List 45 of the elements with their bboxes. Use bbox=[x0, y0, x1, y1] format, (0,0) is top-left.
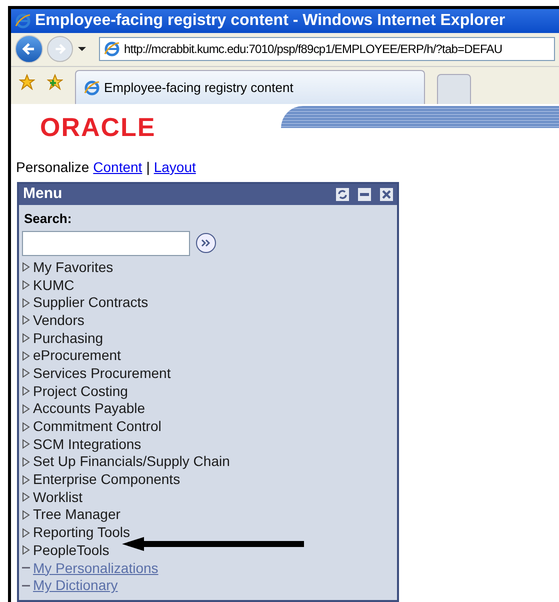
star-icon[interactable] bbox=[19, 74, 35, 90]
triangle-icon bbox=[22, 298, 30, 308]
triangle-icon bbox=[22, 262, 30, 272]
window-title: Employee-facing registry content - Windows Internet Explorer bbox=[35, 11, 506, 31]
triangle-icon bbox=[22, 386, 30, 396]
back-button[interactable] bbox=[15, 35, 43, 64]
triangle-icon bbox=[22, 422, 30, 432]
triangle-icon bbox=[22, 474, 30, 485]
caret-icon[interactable] bbox=[77, 46, 87, 52]
triangle-icon bbox=[22, 545, 30, 556]
triangle-icon bbox=[22, 350, 30, 361]
page-icon bbox=[84, 80, 100, 96]
triangle-icon bbox=[22, 315, 30, 326]
browser-icon bbox=[15, 13, 31, 29]
forward-arrow-icon bbox=[54, 43, 66, 56]
oracle-logo: ORACLE bbox=[40, 114, 156, 140]
url-text: http://mcrabbit.kumc.edu:7010/psp/f89cp1/EMPLOYEE/ERP/h/?tab=DEFAU bbox=[124, 41, 502, 58]
search-go-button[interactable] bbox=[196, 233, 216, 253]
refresh-icon[interactable] bbox=[336, 188, 349, 201]
add-star-icon[interactable] bbox=[47, 74, 63, 90]
triangle-icon bbox=[22, 528, 30, 538]
personalize-label: Personalize bbox=[16, 158, 90, 177]
dash-icon bbox=[22, 567, 30, 570]
minimize-icon[interactable] bbox=[358, 188, 371, 201]
triangle-icon bbox=[22, 404, 30, 414]
search-field[interactable] bbox=[22, 230, 190, 256]
triangle-icon bbox=[22, 456, 30, 467]
back-arrow-icon bbox=[22, 42, 36, 56]
triangle-icon bbox=[22, 368, 30, 378]
close-icon[interactable] bbox=[380, 188, 393, 201]
dash-icon bbox=[22, 584, 30, 587]
layout-link[interactable]: Layout bbox=[154, 157, 196, 178]
double-chevron-icon bbox=[201, 239, 211, 247]
triangle-icon bbox=[22, 439, 30, 450]
triangle-icon bbox=[22, 333, 30, 344]
address-field[interactable]: http://mcrabbit.kumc.edu:7010/psp/f89cp1/EMPLOYEE/ERP/h/?tab=DEFAU bbox=[99, 37, 555, 62]
content-link[interactable]: Content bbox=[93, 157, 142, 178]
triangle-icon bbox=[22, 510, 30, 520]
link-separator: | bbox=[146, 158, 150, 177]
search-label: Search: bbox=[24, 210, 73, 228]
browser-tab[interactable]: Employee-facing registry content bbox=[75, 70, 425, 104]
triangle-icon bbox=[22, 492, 30, 502]
menu-title: Menu bbox=[23, 184, 64, 204]
triangle-icon bbox=[22, 280, 30, 290]
page-icon bbox=[104, 41, 120, 58]
